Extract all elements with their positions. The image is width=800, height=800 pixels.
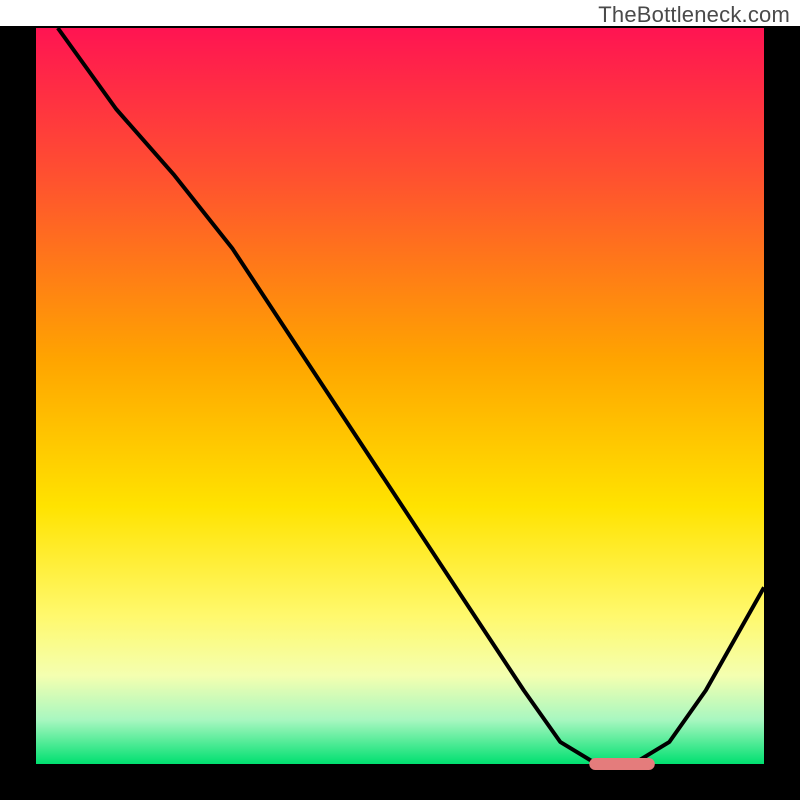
chart-container: { "watermark": "TheBottleneck.com", "cha… <box>0 0 800 800</box>
bottleneck-chart <box>0 0 800 800</box>
chart-background-gradient <box>36 28 764 764</box>
optimum-marker <box>589 758 655 770</box>
